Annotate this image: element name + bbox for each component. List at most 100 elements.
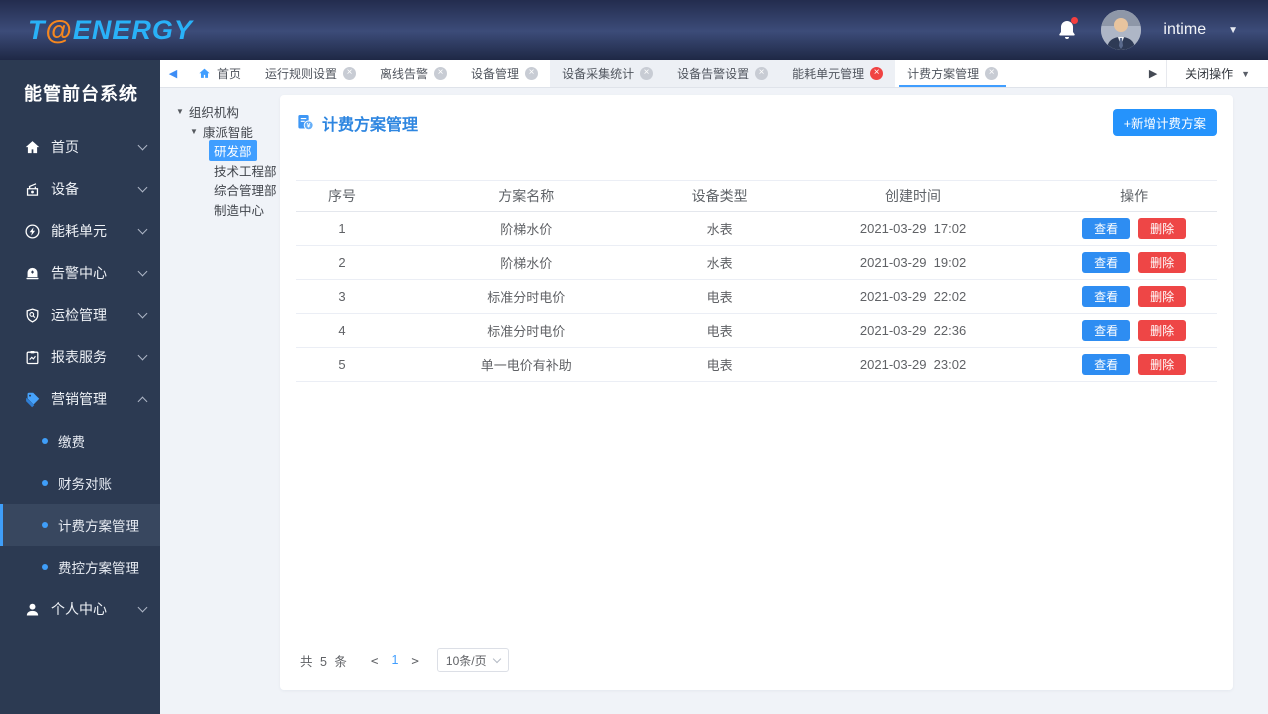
username: intime — [1163, 21, 1207, 38]
view-button[interactable]: 查看 — [1082, 218, 1131, 239]
tab-label: 能耗单元管理 — [792, 67, 865, 81]
table-row: 3 标准分时电价 电表 2021-03-29 22:02 查看 删除 — [296, 279, 1217, 314]
tree-node-label-selected[interactable]: 研发部 — [209, 140, 257, 162]
page-size-select[interactable]: 10条/页 — [436, 648, 509, 672]
cell-no: 1 — [296, 211, 389, 246]
view-button[interactable]: 查看 — [1082, 320, 1131, 341]
tree-node-label[interactable]: 制造中心 — [209, 199, 269, 220]
billing-doc-icon: ¥ — [296, 113, 315, 132]
sidebar-item-devices[interactable]: 设备 — [0, 168, 160, 210]
inspection-icon — [24, 307, 41, 324]
cell-device-type: 水表 — [664, 211, 775, 246]
tree-node-rd-dept[interactable]: 研发部 — [176, 140, 280, 162]
user-avatar[interactable] — [1101, 10, 1142, 50]
delete-button[interactable]: 删除 — [1138, 354, 1187, 375]
cell-no: 5 — [296, 347, 389, 382]
tab-billing-plan-mgmt[interactable]: 计费方案管理 × — [895, 60, 1011, 87]
sidebar-item-label: 运检管理 — [51, 307, 107, 323]
sidebar-subitem-finance-reconciliation[interactable]: 财务对账 — [0, 462, 160, 504]
view-button[interactable]: 查看 — [1082, 286, 1131, 307]
cell-plan-name: 标准分时电价 — [388, 313, 665, 348]
tree-node-root[interactable]: ▼ 组织机构 — [176, 101, 280, 121]
billing-plan-table: 序号 方案名称 设备类型 创建时间 操作 1 阶梯水价 水表 2021-03-2… — [296, 180, 1217, 382]
tree-node-label[interactable]: 综合管理部 — [209, 179, 282, 200]
tab-offline-alarm[interactable]: 离线告警 × — [368, 60, 459, 87]
home-icon — [24, 139, 41, 156]
pagination-prev-icon[interactable]: < — [367, 653, 383, 668]
tree-node-company[interactable]: ▼ 康派智能 — [176, 121, 280, 141]
sidebar-item-label: 告警中心 — [51, 265, 107, 281]
tabs-scroll-left-icon[interactable]: ◀ — [160, 60, 186, 87]
sidebar-item-inspection[interactable]: 运检管理 — [0, 294, 160, 336]
person-icon — [24, 601, 41, 618]
close-icon[interactable]: × — [525, 67, 539, 80]
delete-button[interactable]: 删除 — [1138, 320, 1187, 341]
cell-device-type: 电表 — [664, 313, 775, 348]
org-tree: ▼ 组织机构 ▼ 康派智能 研发部 技术工程部 综合管理部 制造中心 — [176, 95, 280, 690]
cell-no: 4 — [296, 313, 389, 348]
tree-expand-icon[interactable]: ▼ — [190, 127, 198, 136]
close-icon[interactable]: × — [985, 67, 999, 80]
sidebar-item-personal-center[interactable]: 个人中心 — [0, 588, 160, 630]
tree-node-tech-dept[interactable]: 技术工程部 — [176, 161, 280, 181]
cell-no: 2 — [296, 245, 389, 280]
notification-bell-icon[interactable] — [1055, 17, 1079, 42]
sidebar-subitem-billing-plan[interactable]: 计费方案管理 — [0, 504, 160, 546]
sidebar-item-alarm-center[interactable]: 告警中心 — [0, 252, 160, 294]
pagination-page-1[interactable]: 1 — [388, 653, 401, 667]
delete-button[interactable]: 删除 — [1138, 252, 1187, 273]
sidebar-item-marketing[interactable]: 营销管理 — [0, 378, 160, 420]
tree-expand-icon[interactable]: ▼ — [176, 107, 184, 116]
tab-energy-unit-mgmt[interactable]: 能耗单元管理 × — [780, 60, 896, 87]
tab-label: 设备采集统计 — [562, 67, 635, 81]
close-icon[interactable]: × — [434, 67, 448, 80]
add-billing-plan-button[interactable]: +新增计费方案 — [1112, 109, 1217, 136]
user-menu-caret-icon[interactable]: ▼ — [1228, 25, 1238, 36]
close-icon[interactable]: × — [640, 67, 654, 80]
chevron-down-icon — [492, 654, 501, 663]
chevron-down-icon — [137, 182, 148, 193]
table-header-row: 序号 方案名称 设备类型 创建时间 操作 — [296, 180, 1217, 212]
chevron-up-icon — [137, 396, 148, 406]
tab-home[interactable]: 首页 — [186, 60, 253, 87]
home-icon — [198, 67, 211, 80]
sidebar-item-label: 设备 — [51, 181, 79, 197]
view-button[interactable]: 查看 — [1082, 354, 1131, 375]
close-icon-red[interactable]: × — [870, 67, 884, 80]
delete-button[interactable]: 删除 — [1138, 286, 1187, 307]
logo-energy: ENERGY — [72, 14, 193, 45]
chevron-down-icon — [137, 308, 148, 319]
tab-run-rules[interactable]: 运行规则设置 × — [253, 60, 368, 87]
col-header-plan-name: 方案名称 — [388, 180, 665, 212]
table-row: 5 单一电价有补助 电表 2021-03-29 23:02 查看 删除 — [296, 347, 1217, 382]
bullet-icon — [42, 522, 48, 528]
sidebar-subitem-fee-control-plan[interactable]: 费控方案管理 — [0, 546, 160, 588]
sidebar-item-label: 能耗单元 — [51, 223, 107, 239]
sidebar-item-energy-units[interactable]: 能耗单元 — [0, 210, 160, 252]
tree-node-label[interactable]: 技术工程部 — [209, 160, 282, 181]
tree-node-manufacturing-center[interactable]: 制造中心 — [176, 200, 280, 220]
bullet-icon — [42, 438, 48, 444]
chevron-down-icon — [137, 140, 148, 151]
cell-plan-name: 单一电价有补助 — [388, 347, 665, 382]
pagination-next-icon[interactable]: > — [407, 653, 423, 668]
logo-at-leaf-icon: @ — [45, 14, 73, 45]
tab-device-alarm-settings[interactable]: 设备告警设置 × — [665, 60, 781, 87]
close-icon[interactable]: × — [343, 67, 357, 80]
sidebar: 能管前台系统 首页 设备 能耗单元 告警中心 运检管理 报表服务 营销管理 缴费… — [0, 60, 160, 714]
close-icon[interactable]: × — [755, 67, 769, 80]
delete-button[interactable]: 删除 — [1138, 218, 1187, 239]
tree-node-general-dept[interactable]: 综合管理部 — [176, 180, 280, 200]
chevron-down-icon — [137, 266, 148, 277]
tab-device-collect-stats[interactable]: 设备采集统计 × — [550, 60, 666, 87]
sidebar-item-reports[interactable]: 报表服务 — [0, 336, 160, 378]
close-operations-dropdown[interactable]: 关闭操作 ▼ — [1166, 60, 1268, 87]
tab-device-mgmt[interactable]: 设备管理 × — [459, 60, 550, 87]
tabs-scroll-right-icon[interactable]: ▶ — [1140, 60, 1166, 87]
sidebar-item-label: 报表服务 — [51, 349, 107, 365]
view-button[interactable]: 查看 — [1082, 252, 1131, 273]
cell-created-time: 2021-03-29 22:02 — [774, 279, 1052, 314]
sidebar-item-home[interactable]: 首页 — [0, 126, 160, 168]
sidebar-subitem-payment[interactable]: 缴费 — [0, 420, 160, 462]
report-icon — [24, 349, 41, 366]
